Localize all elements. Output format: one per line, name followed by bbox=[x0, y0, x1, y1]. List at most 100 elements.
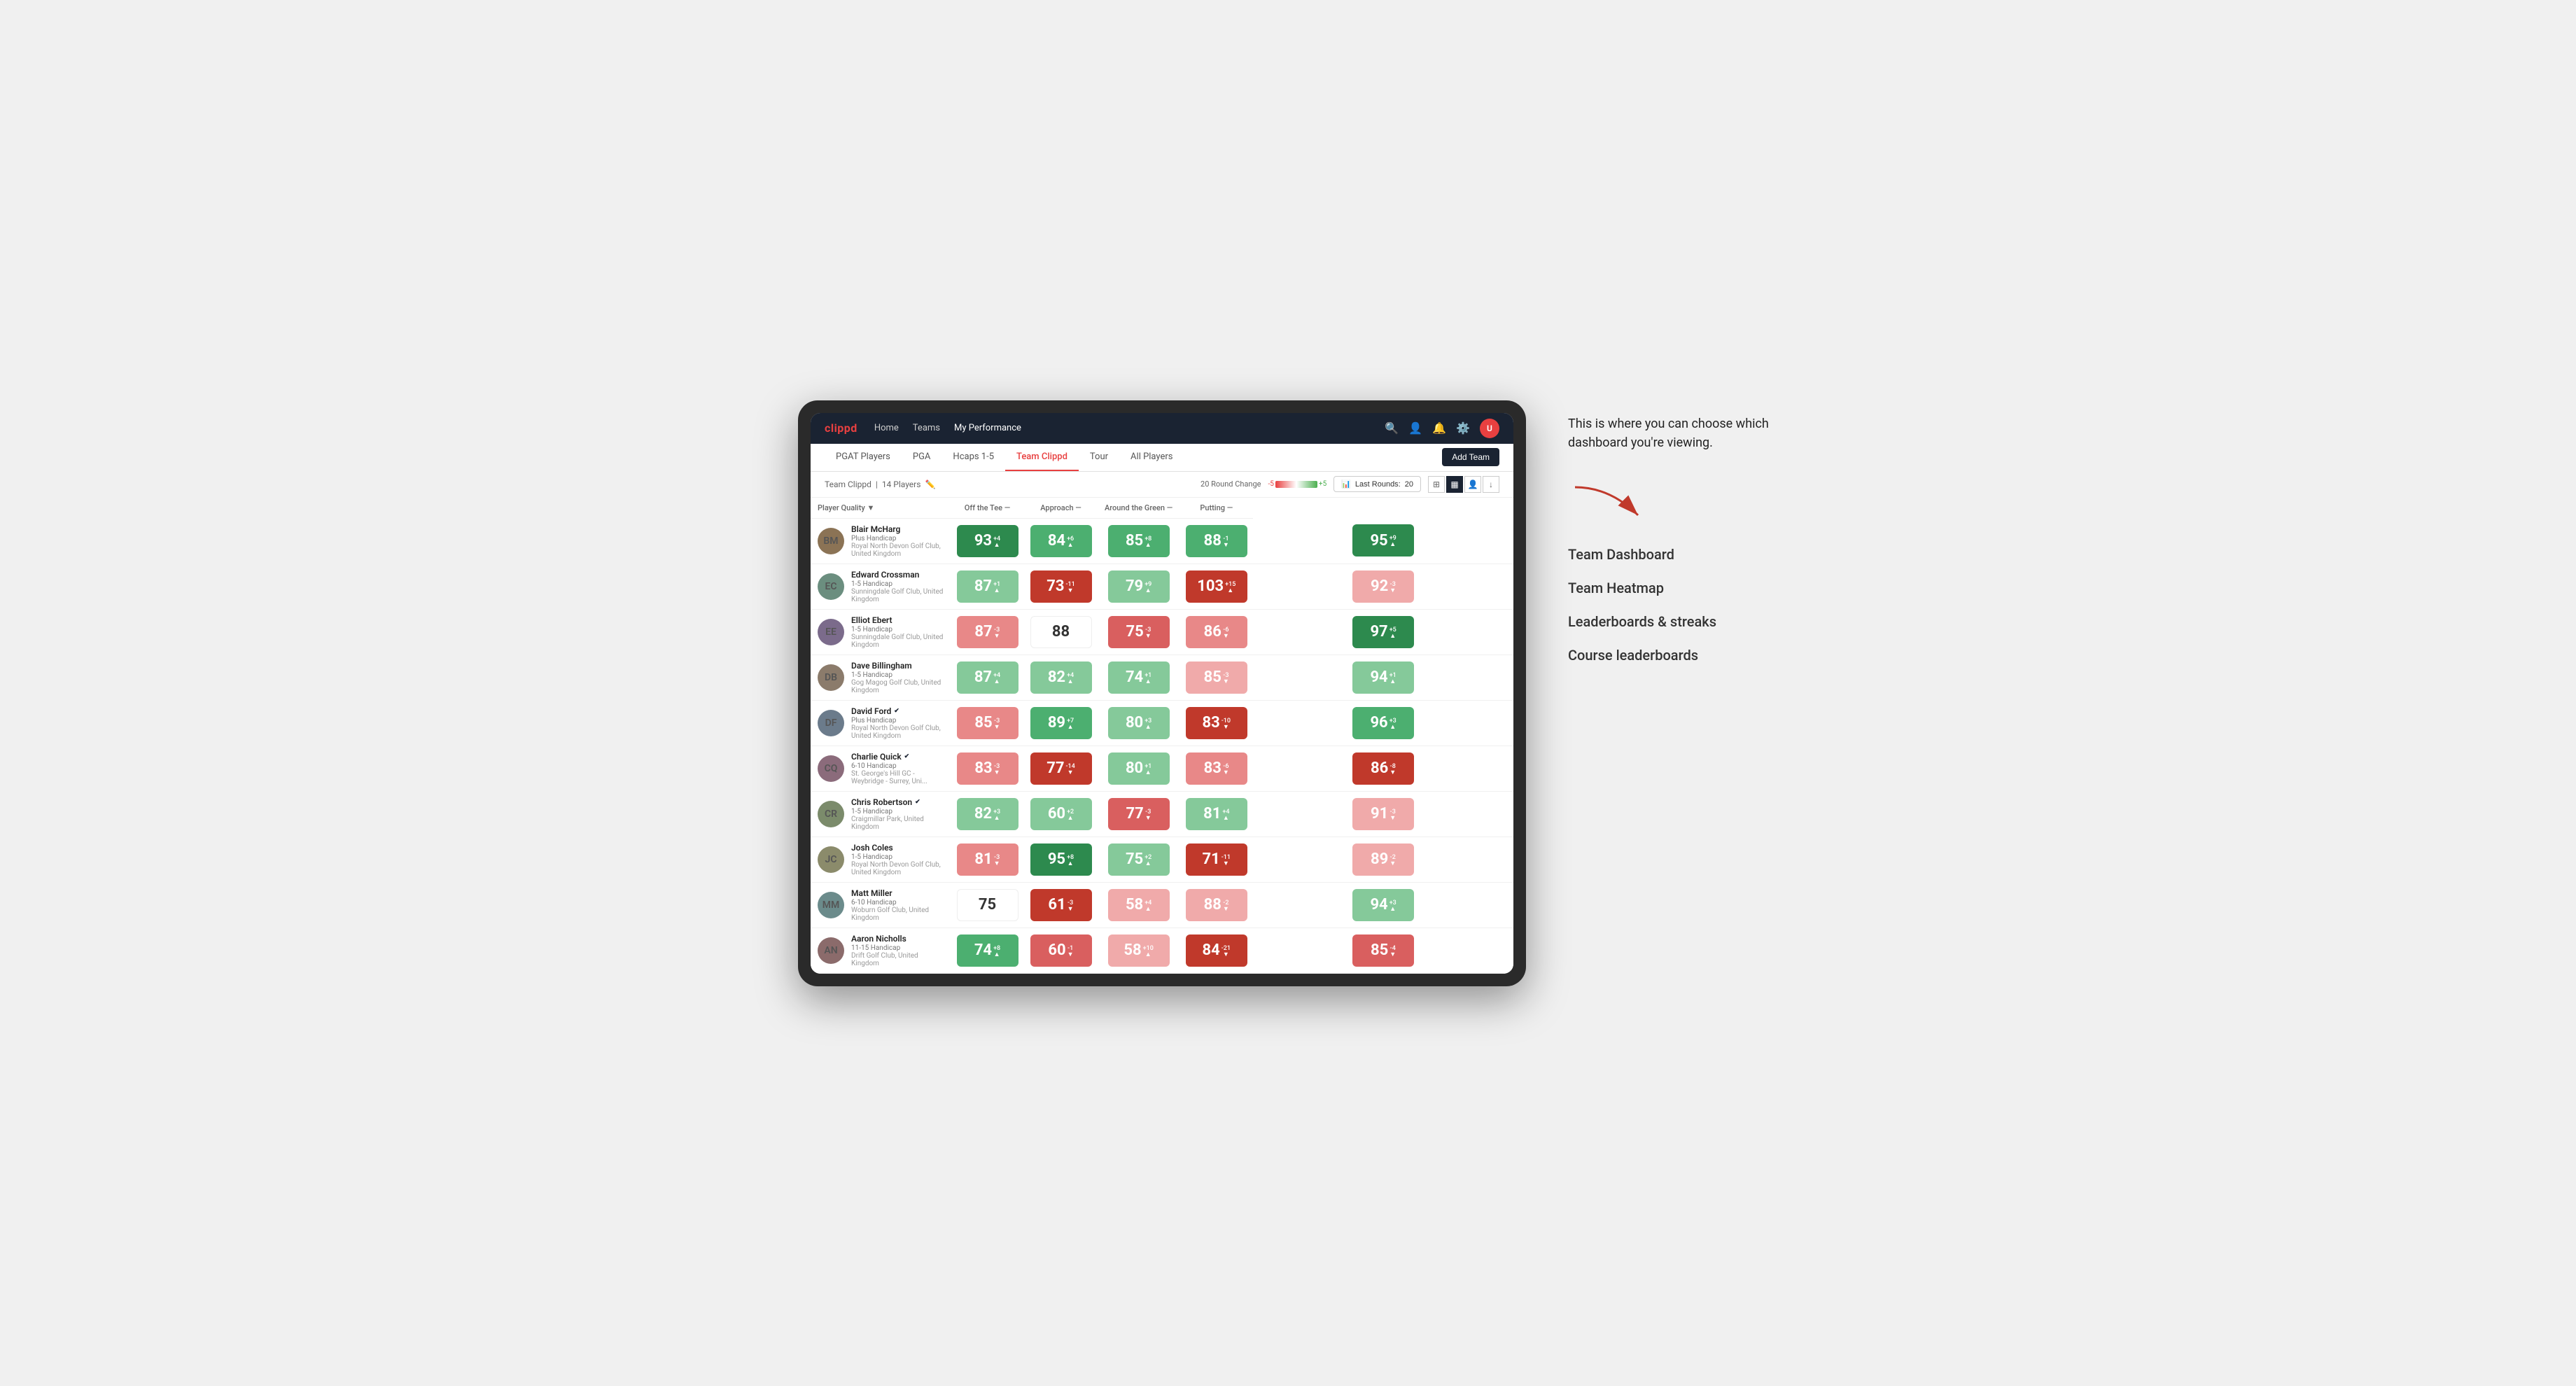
score-change: +2▲ bbox=[1067, 809, 1074, 822]
score-value: 77 bbox=[1126, 805, 1144, 822]
bell-icon[interactable]: 🔔 bbox=[1432, 421, 1446, 435]
table-row[interactable]: AN Aaron Nicholls 11-15 Handicap Drift G… bbox=[811, 927, 1513, 973]
player-avatar: CR bbox=[818, 801, 844, 827]
score-change: -14▼ bbox=[1065, 764, 1074, 776]
table-row[interactable]: JC Josh Coles 1-5 Handicap Royal North D… bbox=[811, 836, 1513, 882]
score-cell: 74 +1▲ bbox=[1098, 654, 1180, 700]
score-value: 93 bbox=[974, 532, 992, 550]
sub-bar: Team Clippd | 14 Players ✏️ 20 Round Cha… bbox=[811, 472, 1513, 498]
player-cell: CR Chris Robertson ✔ 1-5 Handicap Craigm… bbox=[811, 791, 951, 836]
score-cell: 88 bbox=[1024, 609, 1098, 654]
score-change: +4▲ bbox=[1144, 900, 1152, 913]
score-value: 81 bbox=[1203, 805, 1221, 822]
score-change: +4▲ bbox=[993, 673, 1000, 685]
player-name: Blair McHarg bbox=[851, 524, 944, 534]
score-box: 81 +4▲ bbox=[1186, 798, 1247, 830]
score-change: +4▲ bbox=[993, 536, 1000, 549]
tab-pga[interactable]: PGA bbox=[902, 444, 942, 471]
nav-link-teams[interactable]: Teams bbox=[913, 423, 940, 433]
score-change: +8▲ bbox=[1067, 855, 1074, 867]
score-box: 60 +2▲ bbox=[1030, 798, 1092, 830]
col-putting[interactable]: Putting — bbox=[1180, 498, 1253, 519]
score-box: 71 -11▼ bbox=[1186, 844, 1247, 876]
edit-icon[interactable]: ✏️ bbox=[925, 479, 935, 489]
view-download-button[interactable]: ↓ bbox=[1483, 476, 1499, 493]
score-change: -3▼ bbox=[994, 627, 1000, 640]
score-box: 83 -10▼ bbox=[1186, 707, 1247, 739]
player-name: Charlie Quick ✔ bbox=[851, 752, 944, 762]
people-icon[interactable]: 👤 bbox=[1408, 421, 1422, 435]
score-cell: 86 -6▼ bbox=[1180, 609, 1253, 654]
view-person-button[interactable]: 👤 bbox=[1464, 476, 1481, 493]
tablet-screen: clippd Home Teams My Performance 🔍 👤 🔔 ⚙… bbox=[811, 413, 1513, 974]
table-row[interactable]: CQ Charlie Quick ✔ 6-10 Handicap St. Geo… bbox=[811, 746, 1513, 791]
table-row[interactable]: DB Dave Billingham 1-5 Handicap Gog Mago… bbox=[811, 654, 1513, 700]
search-icon[interactable]: 🔍 bbox=[1385, 421, 1399, 435]
player-cell: DB Dave Billingham 1-5 Handicap Gog Mago… bbox=[811, 654, 951, 700]
score-cell: 58 +10▲ bbox=[1098, 927, 1180, 973]
table-row[interactable]: EC Edward Crossman 1-5 Handicap Sunningd… bbox=[811, 564, 1513, 609]
score-value: 103 bbox=[1197, 578, 1224, 595]
view-heatmap-button[interactable]: ▦ bbox=[1446, 476, 1463, 493]
score-cell: 61 -3▼ bbox=[1024, 882, 1098, 927]
tab-team-clippd[interactable]: Team Clippd bbox=[1005, 444, 1079, 471]
score-box: 84 +6▲ bbox=[1030, 525, 1092, 557]
col-approach[interactable]: Approach — bbox=[1024, 498, 1098, 519]
score-value: 60 bbox=[1048, 805, 1065, 822]
score-value: 86 bbox=[1204, 623, 1222, 640]
player-club: St. George's Hill GC - Weybridge - Surre… bbox=[851, 770, 944, 785]
col-player-quality[interactable]: Player Quality ▼ bbox=[811, 498, 951, 519]
table-row[interactable]: DF David Ford ✔ Plus Handicap Royal Nort… bbox=[811, 700, 1513, 746]
add-team-button[interactable]: Add Team bbox=[1442, 448, 1499, 466]
player-cell: AN Aaron Nicholls 11-15 Handicap Drift G… bbox=[811, 927, 951, 973]
player-info: Dave Billingham 1-5 Handicap Gog Magog G… bbox=[851, 661, 944, 694]
score-value: 92 bbox=[1371, 578, 1388, 595]
player-club: Royal North Devon Golf Club, United King… bbox=[851, 542, 944, 558]
nav-link-performance[interactable]: My Performance bbox=[954, 423, 1021, 433]
score-value: 75 bbox=[979, 896, 996, 913]
score-value: 75 bbox=[1126, 850, 1143, 868]
tab-all-players[interactable]: All Players bbox=[1119, 444, 1184, 471]
nav-link-home[interactable]: Home bbox=[874, 423, 899, 433]
score-box: 58 +10▲ bbox=[1108, 934, 1170, 967]
table-row[interactable]: BM Blair McHarg Plus Handicap Royal Nort… bbox=[811, 518, 1513, 564]
score-value: 85 bbox=[974, 714, 992, 732]
score-value: 91 bbox=[1371, 805, 1388, 822]
table-header: Player Quality ▼ Off the Tee — Approach … bbox=[811, 498, 1513, 519]
col-around-green[interactable]: Around the Green — bbox=[1098, 498, 1180, 519]
table-area: Player Quality ▼ Off the Tee — Approach … bbox=[811, 498, 1513, 974]
tab-hcaps[interactable]: Hcaps 1-5 bbox=[941, 444, 1005, 471]
avatar[interactable]: U bbox=[1480, 419, 1499, 438]
col-off-tee[interactable]: Off the Tee — bbox=[951, 498, 1024, 519]
score-change: -3▼ bbox=[1223, 673, 1229, 685]
tab-pgat-players[interactable]: PGAT Players bbox=[825, 444, 902, 471]
round-change-label: 20 Round Change bbox=[1200, 479, 1261, 489]
score-change: +3▲ bbox=[1390, 900, 1396, 913]
score-value: 58 bbox=[1124, 941, 1141, 959]
player-name: Edward Crossman bbox=[851, 570, 944, 580]
score-change: +1▲ bbox=[1144, 764, 1152, 776]
score-cell: 73 -11▼ bbox=[1024, 564, 1098, 609]
score-box: 77 -3▼ bbox=[1108, 798, 1170, 830]
player-name: Aaron Nicholls bbox=[851, 934, 944, 944]
annotation-item-3: Course leaderboards bbox=[1568, 647, 1778, 664]
player-avatar: AN bbox=[818, 937, 844, 964]
score-cell: 71 -11▼ bbox=[1180, 836, 1253, 882]
heatmap-bar: -5 +5 bbox=[1268, 480, 1327, 488]
score-change: +9▲ bbox=[1144, 582, 1152, 594]
tab-tour[interactable]: Tour bbox=[1079, 444, 1119, 471]
settings-icon[interactable]: ⚙️ bbox=[1456, 421, 1470, 435]
score-value: 87 bbox=[974, 668, 992, 686]
player-handicap: 6-10 Handicap bbox=[851, 899, 944, 906]
score-value: 83 bbox=[1202, 714, 1219, 732]
table-row[interactable]: CR Chris Robertson ✔ 1-5 Handicap Craigm… bbox=[811, 791, 1513, 836]
table-row[interactable]: EE Elliot Ebert 1-5 Handicap Sunningdale… bbox=[811, 609, 1513, 654]
score-change: -1▼ bbox=[1223, 536, 1229, 549]
table-body: BM Blair McHarg Plus Handicap Royal Nort… bbox=[811, 518, 1513, 973]
table-row[interactable]: MM Matt Miller 6-10 Handicap Woburn Golf… bbox=[811, 882, 1513, 927]
last-rounds-button[interactable]: 📊 Last Rounds: 20 bbox=[1334, 476, 1421, 492]
view-grid-button[interactable]: ⊞ bbox=[1428, 476, 1445, 493]
annotation-callout: This is where you can choose which dashb… bbox=[1568, 414, 1778, 452]
score-cell: 75 +2▲ bbox=[1098, 836, 1180, 882]
score-box: 83 -6▼ bbox=[1186, 752, 1247, 785]
